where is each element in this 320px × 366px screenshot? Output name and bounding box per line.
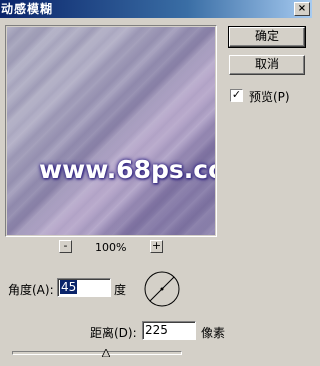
preview-checkbox[interactable]: ✓ <box>230 89 243 102</box>
preview-image[interactable]: www.68ps.com <box>7 27 215 235</box>
angle-unit: 度 <box>114 283 127 297</box>
preview-checkbox-label[interactable]: 预览(P) <box>249 88 290 105</box>
distance-slider-track[interactable] <box>12 351 182 355</box>
cancel-button[interactable]: 取消 <box>229 55 305 75</box>
angle-input[interactable]: 45 <box>57 278 111 297</box>
distance-input-value: 225 <box>145 323 168 337</box>
angle-dial-icon[interactable] <box>143 270 181 308</box>
plus-icon: + <box>151 239 162 252</box>
checkmark-icon: ✓ <box>231 88 242 101</box>
window-title: 动感模糊 <box>1 2 54 16</box>
distance-unit: 像素 <box>201 326 226 340</box>
ok-button[interactable]: 确定 <box>228 26 306 48</box>
distance-label: 距离(D): <box>90 326 137 340</box>
watermark-text: www.68ps.com <box>39 155 215 184</box>
triangle-thumb-icon[interactable] <box>101 349 110 357</box>
title-bar: 动感模糊 × <box>0 0 312 18</box>
distance-input[interactable]: 225 <box>142 321 196 340</box>
zoom-out-button[interactable]: - <box>59 240 72 253</box>
zoom-level: 100% <box>95 241 127 254</box>
minus-icon: - <box>63 239 68 252</box>
zoom-in-button[interactable]: + <box>150 240 163 253</box>
close-icon: × <box>297 3 307 14</box>
preview-frame: www.68ps.com <box>5 25 217 237</box>
close-button[interactable]: × <box>294 2 310 16</box>
angle-label: 角度(A): <box>8 283 54 297</box>
angle-input-value: 45 <box>60 280 78 294</box>
